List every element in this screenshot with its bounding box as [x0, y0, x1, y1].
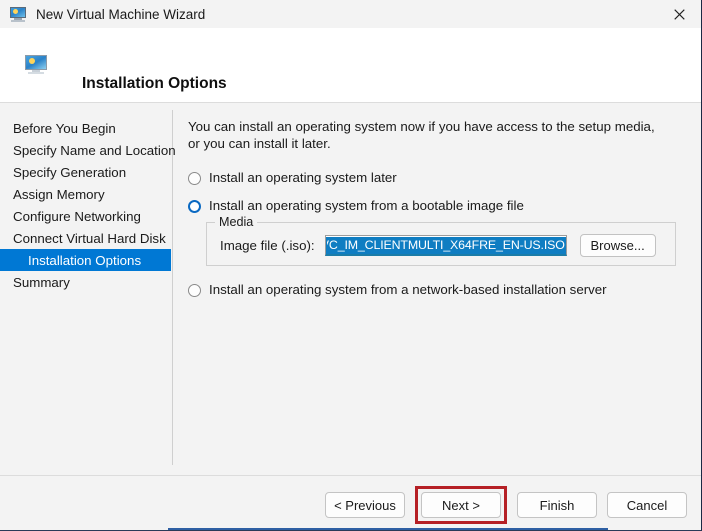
- sidebar-item-assign-memory[interactable]: Assign Memory: [0, 183, 171, 205]
- sidebar-item-installation-options[interactable]: Installation Options: [0, 249, 171, 271]
- image-file-label: Image file (.iso):: [220, 238, 315, 253]
- close-icon[interactable]: [656, 0, 701, 28]
- sidebar-item-configure-networking[interactable]: Configure Networking: [0, 205, 171, 227]
- virtual-machine-monitor-icon: [25, 55, 47, 75]
- media-group-box: Media Image file (.iso): Browse...: [206, 215, 676, 266]
- footer-button-group: < Previous Next > Finish Cancel: [315, 486, 687, 524]
- installation-options-panel: You can install an operating system now …: [188, 118, 688, 297]
- radio-install-later-label: Install an operating system later: [209, 170, 397, 185]
- wizard-window: New Virtual Machine Wizard Installation …: [0, 0, 702, 531]
- radio-install-later[interactable]: Install an operating system later: [188, 170, 397, 185]
- finish-button[interactable]: Finish: [517, 492, 597, 518]
- sidebar-item-label: Assign Memory: [13, 186, 105, 202]
- wizard-step-list: Before You Begin Specify Name and Locati…: [0, 117, 176, 293]
- sidebar-item-label: Configure Networking: [13, 208, 141, 224]
- sidebar-item-specify-name-and-location[interactable]: Specify Name and Location: [0, 139, 176, 161]
- radio-install-from-network[interactable]: Install an operating system from a netwo…: [188, 282, 607, 297]
- window-title: New Virtual Machine Wizard: [36, 6, 206, 22]
- sidebar-item-label: Specify Generation: [13, 164, 127, 180]
- radio-install-from-image[interactable]: Install an operating system from a boota…: [188, 198, 524, 213]
- radio-checked-icon: [188, 200, 201, 213]
- intro-text: You can install an operating system now …: [188, 119, 655, 151]
- sidebar-item-label: Summary: [13, 274, 70, 290]
- sidebar-item-label: Connect Virtual Hard Disk: [13, 230, 166, 246]
- next-button-highlight: Next >: [415, 486, 507, 524]
- browse-button[interactable]: Browse...: [579, 234, 656, 257]
- radio-unchecked-icon: [188, 284, 201, 297]
- virtual-machine-monitor-icon: [9, 6, 27, 22]
- sidebar-item-specify-generation[interactable]: Specify Generation: [0, 161, 171, 183]
- cancel-button[interactable]: Cancel: [607, 492, 687, 518]
- previous-button[interactable]: < Previous: [325, 492, 405, 518]
- next-button[interactable]: Next >: [421, 492, 501, 518]
- image-file-input-wrapper[interactable]: [324, 235, 567, 256]
- image-file-input[interactable]: [325, 236, 566, 254]
- radio-unchecked-icon: [188, 172, 201, 185]
- sidebar-item-before-you-begin[interactable]: Before You Begin: [0, 117, 171, 139]
- sidebar-item-connect-virtual-hard-disk[interactable]: Connect Virtual Hard Disk: [0, 227, 171, 249]
- page-header: Installation Options: [0, 28, 701, 103]
- sidebar-item-label: Installation Options: [28, 252, 142, 268]
- radio-install-from-network-label: Install an operating system from a netwo…: [209, 282, 607, 297]
- sidebar-divider: [172, 110, 173, 465]
- title-bar: New Virtual Machine Wizard: [0, 0, 701, 28]
- wizard-body: Before You Begin Specify Name and Locati…: [0, 104, 701, 475]
- radio-install-from-image-label: Install an operating system from a boota…: [209, 198, 524, 213]
- sidebar-item-label: Specify Name and Location: [13, 142, 176, 158]
- image-file-row: Image file (.iso): Browse...: [220, 234, 656, 257]
- page-title: Installation Options: [82, 75, 227, 92]
- wizard-footer: < Previous Next > Finish Cancel: [0, 476, 701, 530]
- sidebar-item-label: Before You Begin: [13, 120, 116, 136]
- sidebar-item-summary[interactable]: Summary: [0, 271, 171, 293]
- media-group-legend: Media: [215, 215, 258, 229]
